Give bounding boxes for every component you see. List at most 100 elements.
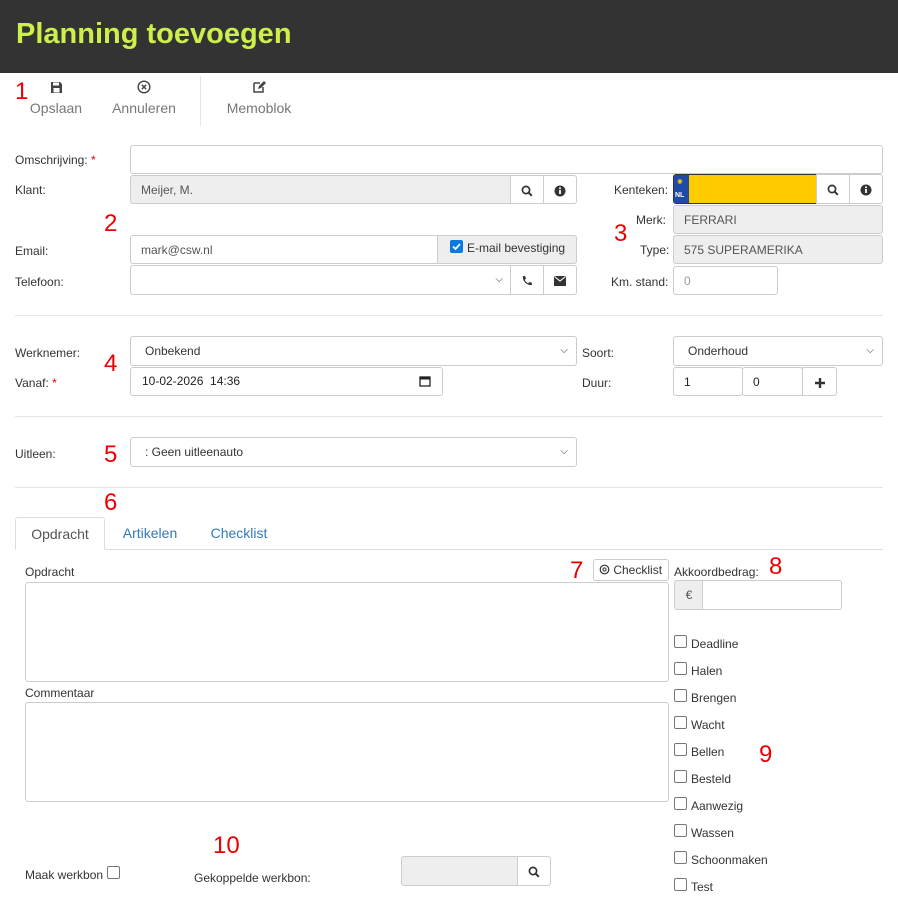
email-confirm-checkbox[interactable]: [450, 240, 463, 253]
search-icon: [827, 184, 839, 196]
werkbon-search-button[interactable]: [517, 856, 551, 886]
memo-button[interactable]: Memoblok: [224, 78, 294, 116]
checkbox-aanwezig[interactable]: [674, 797, 687, 810]
werknemer-select[interactable]: Onbekend ⌵: [130, 336, 577, 366]
soort-value: Onderhoud: [688, 344, 749, 358]
tab-opdracht[interactable]: Opdracht: [15, 517, 105, 550]
omschrijving-label: Omschrijving: *: [15, 153, 96, 167]
tab-artikelen[interactable]: Artikelen: [112, 517, 188, 550]
chevron-down-icon: ⌵: [560, 345, 568, 356]
divider: [15, 416, 883, 417]
divider: [15, 487, 883, 488]
kenteken-info-button[interactable]: [849, 174, 883, 204]
uitleen-label: Uitleen:: [15, 447, 56, 461]
gekoppelde-werkbon-field: [401, 856, 519, 886]
save-icon: [28, 78, 84, 100]
phone-icon: [522, 275, 532, 285]
telefoon-select[interactable]: ⌵: [130, 265, 512, 295]
checklist-ai-button[interactable]: Checklist: [593, 559, 669, 581]
divider: [15, 315, 883, 316]
km-label: Km. stand:: [611, 275, 669, 289]
marker-7: 7: [570, 557, 584, 584]
kenteken-search-button[interactable]: [816, 174, 850, 204]
duur-minutes-input[interactable]: 0: [742, 367, 803, 396]
soort-label: Soort:: [582, 346, 615, 360]
checkbox-bellen[interactable]: [674, 743, 687, 756]
marker-9: 9: [759, 741, 773, 768]
checkbox-test[interactable]: [674, 878, 687, 891]
page-header: Planning toevoegen: [0, 0, 898, 73]
add-duration-button[interactable]: [802, 367, 837, 396]
save-label: Opslaan: [29, 100, 83, 116]
email-input[interactable]: mark@csw.nl: [130, 235, 439, 264]
marker-6: 6: [104, 489, 118, 516]
checkbox-schoonmaken[interactable]: [674, 851, 687, 864]
chevron-down-icon: ⌵: [495, 274, 503, 285]
maak-werkbon-checkbox[interactable]: [107, 866, 120, 879]
maak-werkbon-label: Maak werkbon: [25, 868, 104, 882]
checkbox-label-wassen: Wassen: [691, 826, 734, 840]
chevron-down-icon: ⌵: [560, 446, 568, 457]
checkbox-brengen[interactable]: [674, 689, 687, 702]
opdracht-textarea[interactable]: [25, 582, 669, 682]
checkbox-wacht[interactable]: [674, 716, 687, 729]
tab-checklist[interactable]: Checklist: [200, 517, 278, 550]
vanaf-datetime-input[interactable]: 10-02-2026 14:36: [130, 367, 443, 396]
save-button[interactable]: Opslaan: [28, 78, 84, 116]
kenteken-label: Kenteken:: [614, 183, 669, 197]
duur-label: Duur:: [582, 376, 612, 390]
currency-addon: €: [674, 580, 704, 610]
checkbox-label-aanwezig: Aanwezig: [691, 799, 744, 813]
toolbar-divider: [200, 76, 201, 126]
akkoord-input[interactable]: [702, 580, 842, 610]
werknemer-label: Werknemer:: [15, 346, 81, 360]
soort-select[interactable]: Onderhoud ⌵: [673, 336, 883, 366]
call-button[interactable]: [510, 265, 544, 295]
type-label: Type:: [640, 243, 670, 257]
commentaar-label: Commentaar: [25, 686, 95, 700]
checkbox-wassen[interactable]: [674, 824, 687, 837]
mail-button[interactable]: [543, 265, 577, 295]
marker-4: 4: [104, 350, 118, 377]
marker-2: 2: [104, 210, 118, 237]
checkbox-label-schoonmaken: Schoonmaken: [691, 853, 768, 867]
checkbox-label-wacht: Wacht: [691, 718, 725, 732]
klant-search-button[interactable]: [510, 175, 544, 204]
page-title: Planning toevoegen: [16, 18, 292, 50]
commentaar-textarea[interactable]: [25, 702, 669, 802]
omschrijving-input[interactable]: [130, 145, 883, 174]
checkbox-label-brengen: Brengen: [691, 691, 737, 705]
checkbox-deadline[interactable]: [674, 635, 687, 648]
checkbox-halen[interactable]: [674, 662, 687, 675]
checkbox-label-bellen: Bellen: [691, 745, 725, 759]
cancel-label: Annuleren: [112, 100, 176, 116]
klant-field[interactable]: Meijer, M.: [130, 175, 511, 204]
checkbox-label-besteld: Besteld: [691, 772, 732, 786]
memo-label: Memoblok: [226, 100, 292, 116]
duur-hours-input[interactable]: 1: [673, 367, 743, 396]
eu-flag-icon: ✺ NL: [674, 175, 689, 203]
checkbox-label-test: Test: [691, 880, 714, 894]
ai-knot-icon: [599, 564, 610, 575]
opdracht-label: Opdracht: [25, 565, 75, 579]
checkbox-label-halen: Halen: [691, 664, 723, 678]
cancel-button[interactable]: Annuleren: [110, 78, 178, 116]
klant-info-button[interactable]: [543, 175, 577, 204]
akkoord-label: Akkoordbedrag:: [674, 565, 759, 579]
km-input[interactable]: 0: [673, 266, 778, 295]
plate-country: NL: [675, 192, 685, 199]
info-icon: [860, 184, 872, 196]
marker-8: 8: [769, 553, 783, 580]
kenteken-input[interactable]: ✺ NL: [673, 174, 818, 204]
vanaf-label: Vanaf: *: [15, 376, 57, 390]
calendar-icon[interactable]: [419, 375, 431, 387]
marker-10: 10: [213, 832, 240, 859]
cancel-circle-icon: [110, 78, 178, 100]
plus-icon: [814, 377, 825, 388]
info-icon: [554, 185, 566, 197]
marker-1: 1: [15, 78, 29, 105]
envelope-icon: [554, 275, 566, 286]
checkbox-besteld[interactable]: [674, 770, 687, 783]
uitleen-select[interactable]: : Geen uitleenauto ⌵: [130, 437, 577, 467]
edit-icon: [224, 78, 294, 100]
